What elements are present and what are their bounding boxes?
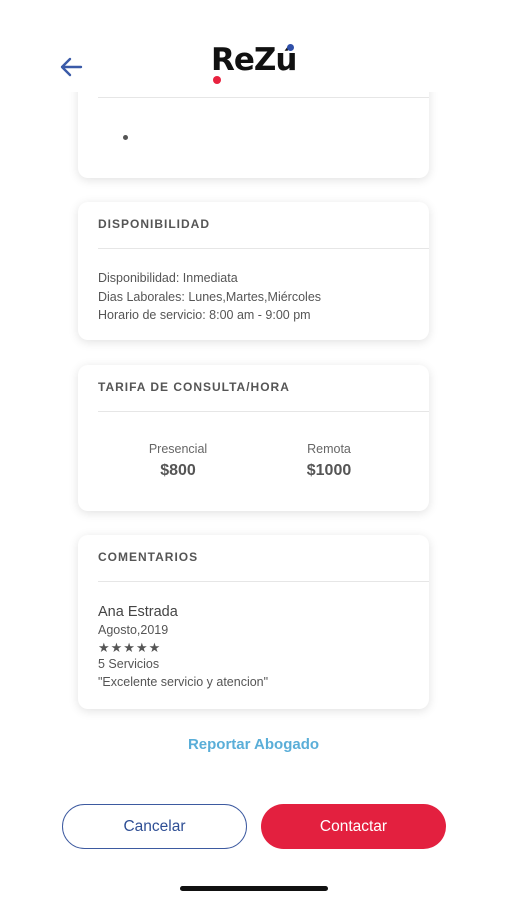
logo-red-dot	[213, 76, 221, 84]
rate-label: Presencial	[148, 442, 208, 456]
rates-card: TARIFA DE CONSULTA/HORA Presencial $800 …	[78, 365, 429, 511]
comment-author: Ana Estrada	[98, 604, 178, 620]
star-rating-icon: ★★★★★	[98, 640, 162, 655]
rate-value: $800	[160, 462, 196, 479]
back-button[interactable]	[56, 52, 86, 82]
app-header: ReZú	[0, 0, 507, 92]
logo-blue-dot	[287, 44, 294, 51]
rate-remote: Remota $1000	[259, 442, 399, 480]
contact-button[interactable]: Contactar	[261, 804, 446, 849]
service-hours: Horario de servicio: 8:00 am - 9:00 pm	[98, 308, 311, 322]
availability-details: Disponibilidad: Inmediata Dias Laborales…	[78, 249, 429, 325]
availability-title: DISPONIBILIDAD	[98, 217, 211, 231]
comments-title: COMENTARIOS	[98, 550, 199, 564]
rate-in-person: Presencial $800	[108, 442, 248, 480]
cancel-button[interactable]: Cancelar	[62, 804, 247, 849]
rate-label: Remota	[307, 442, 351, 456]
rate-value: $1000	[306, 462, 352, 479]
comment-text: "Excelente servicio y atencion"	[98, 675, 269, 689]
rates-title: TARIFA DE CONSULTA/HORA	[98, 380, 290, 394]
comment-date: Agosto,2019	[98, 623, 169, 637]
comment-services-count: 5 Servicios	[98, 657, 160, 671]
card-divider	[98, 97, 429, 98]
comment-item: Ana Estrada Agosto,2019 ★★★★★ 5 Servicio…	[78, 582, 429, 692]
bullet-point	[123, 135, 128, 140]
comments-card: COMENTARIOS Ana Estrada Agosto,2019 ★★★★…	[78, 535, 429, 709]
availability-card: DISPONIBILIDAD Disponibilidad: Inmediata…	[78, 202, 429, 340]
logo-text: ReZú	[211, 42, 297, 78]
arrow-left-icon	[60, 57, 83, 77]
working-days: Dias Laborales: Lunes,Martes,Miércoles	[98, 289, 322, 304]
home-indicator[interactable]	[180, 886, 328, 891]
availability-status: Disponibilidad: Inmediata	[98, 271, 238, 285]
rezu-logo: ReZú	[211, 40, 297, 88]
report-lawyer-link[interactable]: Reportar Abogado	[0, 736, 507, 753]
